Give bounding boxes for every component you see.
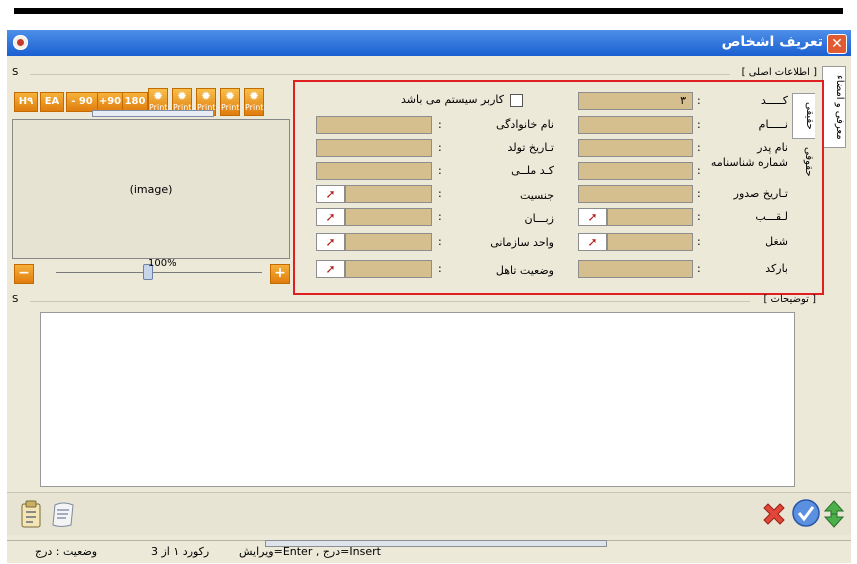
scroll-icon[interactable] — [49, 499, 79, 529]
app-icon — [13, 35, 28, 50]
close-button[interactable]: ✕ — [827, 34, 847, 54]
person-image[interactable]: (image) — [12, 119, 290, 259]
highlight-box — [293, 80, 824, 295]
description-textarea[interactable] — [40, 312, 795, 487]
gear-icon: ✹ — [152, 89, 164, 103]
zoom-out-button[interactable]: − — [14, 264, 34, 284]
bottom-toolbar — [7, 492, 851, 535]
status-state: وضعیت : درج — [35, 545, 98, 558]
status-bar: وضعیت : درج رکورد ۱ از 3 Insert=درج , En… — [7, 540, 851, 563]
window-titlebar: تعریف اشخاص ✕ — [7, 30, 851, 56]
clipboard-icon[interactable] — [17, 499, 47, 529]
zoom-label: 100% — [148, 258, 177, 269]
print-label: Print — [245, 103, 264, 112]
group-basic-line — [30, 74, 730, 75]
toolbar-splitter[interactable] — [92, 110, 214, 117]
gear-icon: ✹ — [176, 89, 188, 103]
print-label: Print — [221, 103, 240, 112]
image-placeholder: (image) — [129, 183, 173, 196]
group-desc-line — [30, 301, 750, 302]
zoom-in-button[interactable]: + — [270, 264, 290, 284]
print-button-5[interactable]: ✹ Print — [244, 88, 264, 116]
group-basic-marker: S — [12, 67, 19, 78]
group-desc-label: [ توضیحات ] — [763, 294, 816, 305]
rotate-left-button[interactable]: - 90 — [66, 92, 98, 112]
gear-icon: ✹ — [224, 89, 236, 103]
toolbar-button-h9[interactable]: H۹ — [14, 92, 38, 112]
cancel-icon[interactable] — [759, 499, 789, 529]
top-rule — [14, 8, 843, 14]
group-desc-marker: S — [12, 294, 19, 305]
tab-identity-signature[interactable]: معرفی و امضاء — [822, 66, 846, 148]
group-basic-label: [ اطلاعات اصلی ] — [741, 67, 817, 78]
confirm-icon[interactable] — [791, 498, 821, 528]
status-record: رکورد ۱ از 3 — [151, 545, 210, 558]
toolbar-button-ea[interactable]: EA — [40, 92, 64, 112]
rotate-180-button[interactable]: 180 — [122, 92, 148, 112]
window-title: تعریف اشخاص — [721, 34, 823, 50]
print-button-4[interactable]: ✹ Print — [220, 88, 240, 116]
rotate-right-button[interactable]: +90 — [97, 92, 123, 112]
status-hint: Insert=درج , Enter=ویرایش — [239, 545, 381, 558]
gear-icon: ✹ — [248, 89, 260, 103]
sort-icon[interactable] — [822, 499, 846, 529]
zoom-slider-track[interactable] — [56, 272, 262, 273]
gear-icon: ✹ — [200, 89, 212, 103]
